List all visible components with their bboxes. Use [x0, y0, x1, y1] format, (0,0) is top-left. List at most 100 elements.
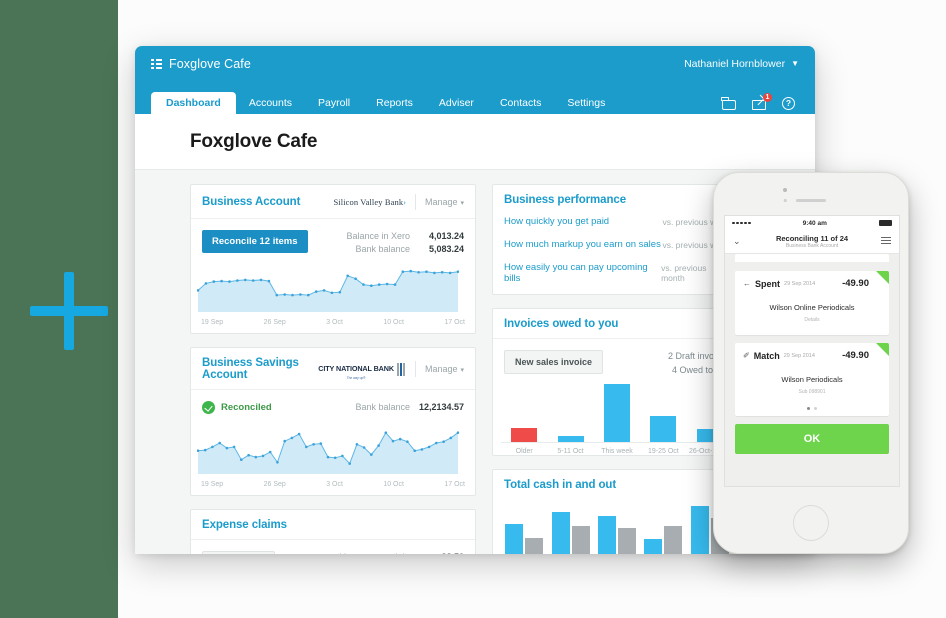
card-business-performance: Business performance How quickly you get… — [492, 184, 742, 295]
envelope-icon[interactable]: 1 — [752, 93, 772, 110]
bar-cash-out — [571, 526, 590, 554]
card-title-business-account: Business Account — [202, 196, 301, 208]
transaction-payee: Wilson Online Periodicals — [769, 303, 855, 312]
divider — [414, 361, 416, 378]
invoices-bar-chart: Older 5-11 Oct This week 19-25 Oct 26-Oct-1 … — [493, 377, 741, 455]
tab-accounts[interactable]: Accounts — [236, 93, 305, 115]
org-menu-icon[interactable] — [151, 58, 162, 69]
tab-contacts[interactable]: Contacts — [487, 93, 554, 115]
chevron-down-icon: ▾ — [460, 367, 464, 375]
balance-row: Balance in Xero 4,013.24 — [346, 230, 464, 243]
new-receipt-button[interactable]: New receipt — [202, 551, 275, 554]
list-item: Your current claim 33.50 — [317, 551, 464, 554]
transaction-date: 29 Sep 2014 — [783, 352, 815, 359]
tab-settings[interactable]: Settings — [554, 93, 618, 115]
manage-menu-business-account[interactable]: Manage ▾ — [425, 197, 464, 207]
chevron-down-icon: ▾ — [460, 200, 464, 207]
bar-label: This week — [601, 448, 633, 455]
list-item: How much markup you earn on sales vs. pr… — [493, 233, 741, 256]
corner-flag-icon — [876, 343, 889, 356]
transaction-card[interactable]: ← Spent 29 Sep 2014 -49.90 Wilson Online… — [735, 271, 889, 335]
org-name[interactable]: Foxglove Cafe — [169, 57, 251, 71]
balance-value: 5,083.24 — [428, 244, 464, 255]
bar-group — [552, 436, 590, 442]
performance-link[interactable]: How quickly you get paid — [504, 216, 609, 227]
page-title-row: Foxglove Cafe — [135, 114, 815, 170]
bank-logo-silicon-valley[interactable]: Silicon Valley Bank› — [333, 197, 406, 207]
card-title-total-cash: Total cash in and out — [504, 479, 617, 491]
manage-menu-savings-account[interactable]: Manage ▾ — [425, 364, 464, 374]
bar-group — [551, 512, 590, 554]
transaction-reference: Sub 098901 — [798, 389, 826, 395]
card-total-cash: Total cash in and out 7-13 Sep14-20 Sep2… — [492, 469, 742, 554]
bar-series — [501, 503, 733, 554]
previous-card-peek — [735, 254, 889, 262]
bar-cash-in — [597, 516, 616, 554]
tab-adviser[interactable]: Adviser — [426, 93, 487, 115]
phone-status-bar: 9:40 am — [725, 216, 899, 230]
bar-cash-in — [551, 512, 570, 554]
message-count-badge: 1 — [763, 93, 772, 102]
list-item: How easily you can pay upcoming bills vs… — [493, 256, 741, 294]
earpiece-speaker — [796, 199, 826, 202]
battery-icon — [879, 220, 892, 226]
bar-cash-out — [525, 538, 544, 554]
user-name[interactable]: Nathaniel Hornblower — [684, 58, 785, 70]
transaction-date: 29 Sep 2014 — [784, 280, 816, 287]
balance-label: Bank balance — [355, 402, 410, 413]
tab-dashboard[interactable]: Dashboard — [151, 91, 236, 114]
bank-logo-city-national[interactable]: CITY NATIONAL BANK The way up® — [318, 358, 406, 380]
claim-label: Your current claim — [340, 551, 412, 554]
business-account-sparkline: 19 Sep 26 Sep 3 Oct 10 Oct 17 Oct — [191, 256, 475, 333]
help-glyph: ? — [782, 97, 795, 110]
ok-button[interactable]: OK — [735, 424, 889, 454]
bar-cash-in — [644, 539, 663, 554]
balance-label: Balance in Xero — [346, 231, 410, 241]
transaction-kind: Match — [753, 350, 780, 361]
reconcile-button[interactable]: Reconcile 12 items — [202, 230, 308, 253]
help-icon[interactable]: ? — [782, 97, 797, 110]
corner-flag-icon — [876, 271, 889, 284]
axis-tick: 19 Sep — [201, 319, 224, 327]
divider — [414, 194, 416, 210]
transaction-details-link[interactable]: Details — [741, 317, 883, 323]
performance-link[interactable]: How much markup you earn on sales — [504, 239, 661, 250]
bar-cash-in — [505, 524, 524, 554]
sensor-icon — [783, 199, 787, 202]
bar-series — [501, 381, 733, 443]
bar — [603, 384, 630, 442]
tab-reports[interactable]: Reports — [363, 93, 426, 115]
home-button[interactable] — [793, 505, 829, 541]
plus-decoration-icon — [30, 272, 108, 350]
savings-account-sparkline: 19 Sep 26 Sep 3 Oct 10 Oct 17 Oct — [191, 414, 475, 495]
axis-tick: 3 Oct — [326, 481, 343, 489]
balance-label: Bank balance — [355, 244, 410, 255]
chevron-down-icon[interactable]: ▼ — [791, 59, 799, 68]
axis-tick: 19 Sep — [201, 481, 224, 489]
card-savings-account: Business Savings Account CITY NATIONAL B… — [190, 347, 476, 497]
bank-logo-text: CITY NATIONAL BANK — [318, 364, 394, 374]
tab-payroll[interactable]: Payroll — [305, 93, 363, 115]
status-time: 9:40 am — [802, 219, 827, 227]
transaction-card[interactable]: ✐ Match 29 Sep 2014 -49.90 Wilson Period… — [735, 343, 889, 416]
bank-logo-text: Silicon Valley Bank — [333, 197, 404, 207]
axis-tick: 26 Sep — [263, 481, 286, 489]
performance-link[interactable]: How easily you can pay upcoming bills — [504, 262, 661, 284]
bar-axis-labels: Older 5-11 Oct This week 19-25 Oct 26-Oct-1 … — [501, 443, 733, 455]
balance-value: 12,2134.57 — [418, 402, 464, 413]
axis-tick: 3 Oct — [326, 319, 343, 327]
reconciled-status: Reconciled — [202, 401, 272, 415]
dashboard-right-column: Business performance How quickly you get… — [492, 184, 742, 554]
folder-icon[interactable] — [721, 97, 737, 110]
new-sales-invoice-button[interactable]: New sales invoice — [504, 350, 604, 374]
bar — [557, 436, 584, 442]
bar-label: 19-25 Oct — [647, 448, 679, 455]
list-item: How quickly you get paid vs. previous we… — [493, 210, 741, 233]
bar-group — [598, 384, 636, 442]
bar-label: 5-11 Oct — [557, 448, 584, 455]
phone-screen: 9:40 am ⌄ Reconciling 11 of 24 Business … — [724, 215, 900, 487]
card-title-savings-account: Business Savings Account — [202, 357, 299, 382]
card-pager[interactable] — [735, 407, 889, 416]
phone-nav-title: Reconciling 11 of 24 — [775, 234, 849, 243]
transaction-payee: Wilson Periodicals — [781, 375, 843, 384]
